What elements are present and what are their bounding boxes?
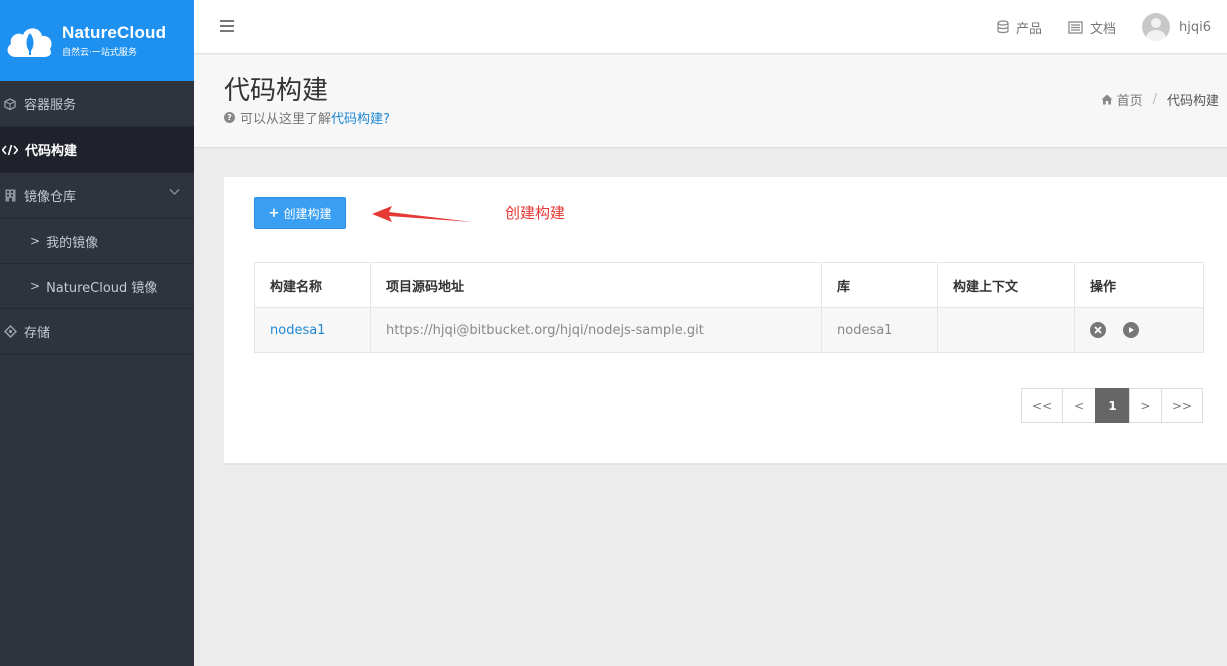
table-header-row: 构建名称 项目源码地址 库 构建上下文 操作 [254, 262, 1204, 308]
products-label: 产品 [1015, 21, 1042, 37]
sidebar-item-code-build[interactable]: 代码构建 [0, 127, 194, 173]
sidebar-item-label: 存储 [24, 326, 51, 341]
sidebar-item-container-service[interactable]: 容器服务 [0, 81, 194, 127]
chevron-right-icon: > [30, 279, 41, 293]
pagination: << < 1 > >> [1021, 388, 1203, 423]
build-name-link[interactable]: nodesa1 [254, 307, 371, 353]
create-build-label: 创建构建 [283, 206, 332, 221]
top-navbar: 产品 文档 hjqi6 [194, 0, 1227, 54]
sidebar-item-label: 代码构建 [25, 144, 78, 159]
breadcrumb: 首页 / 代码构建 [1101, 90, 1219, 109]
sidebar: NatureCloud 自然云·一站式服务 容器服务 代码构建 镜像仓库 > 我… [0, 0, 194, 666]
brand-tagline: 自然云·一站式服务 [62, 48, 137, 58]
docs-label: 文档 [1089, 21, 1116, 37]
actions-cell [1074, 307, 1204, 353]
sidebar-item-storage[interactable]: 存储 [0, 309, 194, 355]
play-icon[interactable] [1123, 322, 1139, 338]
sidebar-item-label: NatureCloud 镜像 [46, 280, 158, 296]
plus-icon: + [268, 205, 280, 221]
create-build-button[interactable]: + 创建构建 [254, 197, 346, 229]
column-header: 操作 [1074, 262, 1204, 308]
avatar[interactable] [1142, 13, 1170, 41]
repo-url-cell: https://hjqi@bitbucket.org/hjqi/nodejs-s… [370, 307, 822, 353]
cube-icon [0, 97, 20, 110]
page-prev-button[interactable]: < [1062, 388, 1096, 423]
sidebar-item-label: 我的镜像 [46, 235, 99, 251]
breadcrumb-current: 代码构建 [1166, 94, 1219, 109]
question-circle-icon: ? [224, 112, 235, 123]
library-cell: nodesa1 [821, 307, 938, 353]
menu-toggle-icon[interactable] [220, 20, 234, 32]
building-icon [0, 189, 20, 202]
sidebar-subitem-my-images[interactable]: > 我的镜像 [0, 219, 194, 264]
chevron-down-icon [169, 189, 180, 195]
puzzle-icon [0, 325, 20, 338]
page-hint: ? 可以从这里了解 代码构建? [224, 108, 390, 127]
content-panel: + 创建构建 创建构建 构建名称 项目源码地址 库 构建上下文 操作 nodes… [224, 177, 1227, 465]
cloud-logo-icon [7, 27, 52, 57]
column-header: 库 [821, 262, 938, 308]
table-row: nodesa1 https://hjqi@bitbucket.org/hjqi/… [254, 307, 1204, 353]
annotation-arrow-icon [372, 206, 472, 222]
sidebar-subitem-naturecloud-images[interactable]: > NatureCloud 镜像 [0, 264, 194, 309]
page-header: 代码构建 ? 可以从这里了解 代码构建? 首页 / 代码构建 [194, 55, 1227, 148]
page-first-button[interactable]: << [1021, 388, 1063, 423]
newspaper-icon [1068, 20, 1083, 34]
breadcrumb-home[interactable]: 首页 [1117, 90, 1143, 109]
page-next-button[interactable]: > [1129, 388, 1162, 423]
sidebar-item-image-repo[interactable]: 镜像仓库 [0, 173, 194, 219]
products-link[interactable]: 产品 [997, 18, 1042, 37]
hint-link[interactable]: 代码构建? [331, 108, 390, 127]
code-icon [0, 144, 20, 156]
brand-name: NatureCloud [62, 23, 167, 42]
hint-text: 可以从这里了解 [240, 112, 332, 127]
page-last-button[interactable]: >> [1161, 388, 1203, 423]
sidebar-item-label: 镜像仓库 [24, 190, 77, 205]
column-header: 构建上下文 [937, 262, 1075, 308]
home-icon [1101, 94, 1113, 105]
annotation-text: 创建构建 [505, 204, 566, 222]
column-header: 项目源码地址 [370, 262, 822, 308]
database-icon [997, 20, 1009, 34]
page-current-button[interactable]: 1 [1095, 388, 1130, 423]
docs-link[interactable]: 文档 [1068, 18, 1116, 37]
delete-icon[interactable] [1090, 322, 1106, 338]
column-header: 构建名称 [254, 262, 371, 308]
chevron-right-icon: > [30, 234, 41, 248]
builds-table: 构建名称 项目源码地址 库 构建上下文 操作 nodesa1 https://h… [254, 262, 1204, 353]
breadcrumb-separator: / [1152, 92, 1157, 107]
sidebar-item-label: 容器服务 [24, 98, 77, 113]
context-cell [937, 307, 1075, 353]
page-title: 代码构建 [224, 76, 329, 106]
username-label[interactable]: hjqi6 [1179, 20, 1211, 35]
brand-logo[interactable]: NatureCloud 自然云·一站式服务 [0, 0, 194, 81]
